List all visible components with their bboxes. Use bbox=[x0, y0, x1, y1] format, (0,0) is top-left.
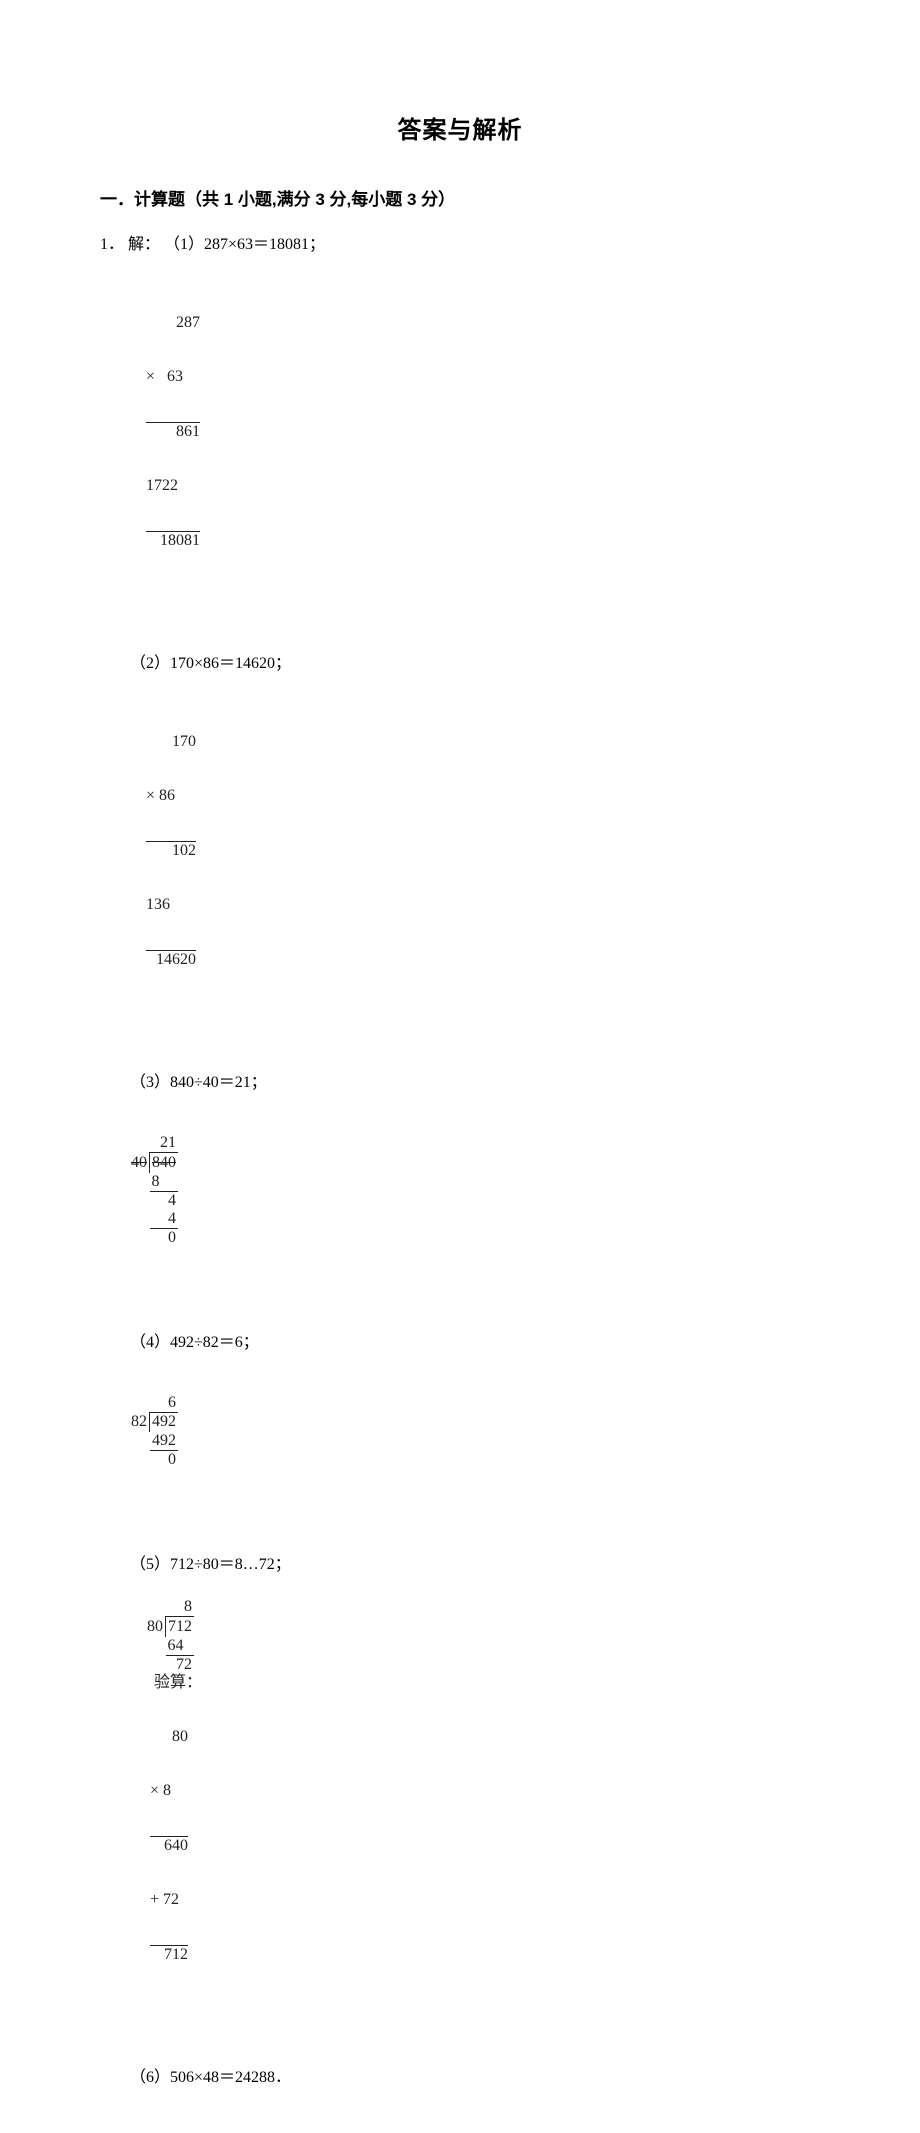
check-row: × 8 bbox=[150, 1782, 188, 1800]
work-row: 492 bbox=[150, 1432, 179, 1451]
section-header: 一．计算题（共 1 小题,满分 3 分,每小题 3 分） bbox=[100, 185, 820, 210]
work-row: 287 bbox=[146, 314, 200, 332]
solution-prefix: 解： bbox=[128, 236, 160, 253]
work-row: 72 bbox=[166, 1655, 195, 1674]
work-row: 0 bbox=[150, 1451, 179, 1470]
page-title: 答案与解析 bbox=[100, 110, 820, 145]
part3-label: （3）840÷40＝21； bbox=[130, 1074, 267, 1091]
part1-label: （1）287×63＝18081； bbox=[164, 236, 325, 253]
divisor: 80 bbox=[146, 1617, 166, 1637]
work-row: 170 bbox=[146, 733, 196, 751]
work-row: 861 bbox=[146, 422, 200, 441]
check-row: + 72 bbox=[150, 1891, 188, 1909]
dividend: 712 bbox=[166, 1617, 195, 1637]
quotient: 21 bbox=[150, 1134, 179, 1153]
work-row: 0 bbox=[150, 1228, 179, 1247]
part5-work: 8 80 712 64 72 验算： 80 × 8 640 + 72 712 bbox=[130, 1580, 820, 2018]
work-row: 18081 bbox=[146, 531, 200, 550]
check-row: 80 bbox=[150, 1728, 188, 1746]
part2-work: 170 × 86 102 136 14620 bbox=[130, 679, 820, 1023]
work-row: 4 bbox=[150, 1210, 179, 1229]
divisor: 82 bbox=[130, 1412, 150, 1432]
work-row: 136 bbox=[146, 896, 196, 914]
part4-label: （4）492÷82＝6； bbox=[130, 1334, 259, 1351]
quotient: 8 bbox=[166, 1598, 195, 1617]
work-row: × 86 bbox=[146, 787, 196, 805]
quotient: 6 bbox=[150, 1394, 179, 1413]
part2-label-line: （2）170×86＝14620； bbox=[130, 649, 820, 673]
work-row: 4 bbox=[150, 1191, 179, 1210]
part3-work: 21 40 840 8 4 4 0 bbox=[130, 1098, 820, 1283]
question-number: 1． bbox=[100, 236, 124, 253]
dividend: 492 bbox=[150, 1412, 179, 1432]
part3-label-line: （3）840÷40＝21； bbox=[130, 1068, 820, 1092]
check-label: 验算： bbox=[154, 1674, 202, 1692]
work-row: 1722 bbox=[146, 477, 200, 495]
part6-label: （6）506×48＝24288． bbox=[130, 2069, 291, 2086]
part6-label-line: （6）506×48＝24288． bbox=[130, 2063, 820, 2087]
part4-work: 6 82 492 492 0 bbox=[130, 1358, 820, 1506]
work-row: 102 bbox=[146, 841, 196, 860]
part5-label: （5）712÷80＝8…72； bbox=[130, 1556, 291, 1573]
work-row: 8 bbox=[150, 1173, 179, 1192]
work-row: 14620 bbox=[146, 950, 196, 969]
part5-label-line: （5）712÷80＝8…72； bbox=[130, 1550, 820, 1574]
question-line: 1． 解： （1）287×63＝18081； bbox=[100, 230, 820, 254]
part4-label-line: （4）492÷82＝6； bbox=[130, 1328, 820, 1352]
check-row: 712 bbox=[150, 1945, 188, 1964]
check-row: 640 bbox=[150, 1836, 188, 1855]
part1-work: 287 × 63 861 1722 18081 bbox=[130, 260, 820, 604]
divisor: 40 bbox=[130, 1153, 150, 1173]
work-row: 64 bbox=[166, 1637, 195, 1656]
part2-label: （2）170×86＝14620； bbox=[130, 655, 291, 672]
work-row: × 63 bbox=[146, 368, 200, 386]
dividend: 840 bbox=[150, 1153, 179, 1173]
